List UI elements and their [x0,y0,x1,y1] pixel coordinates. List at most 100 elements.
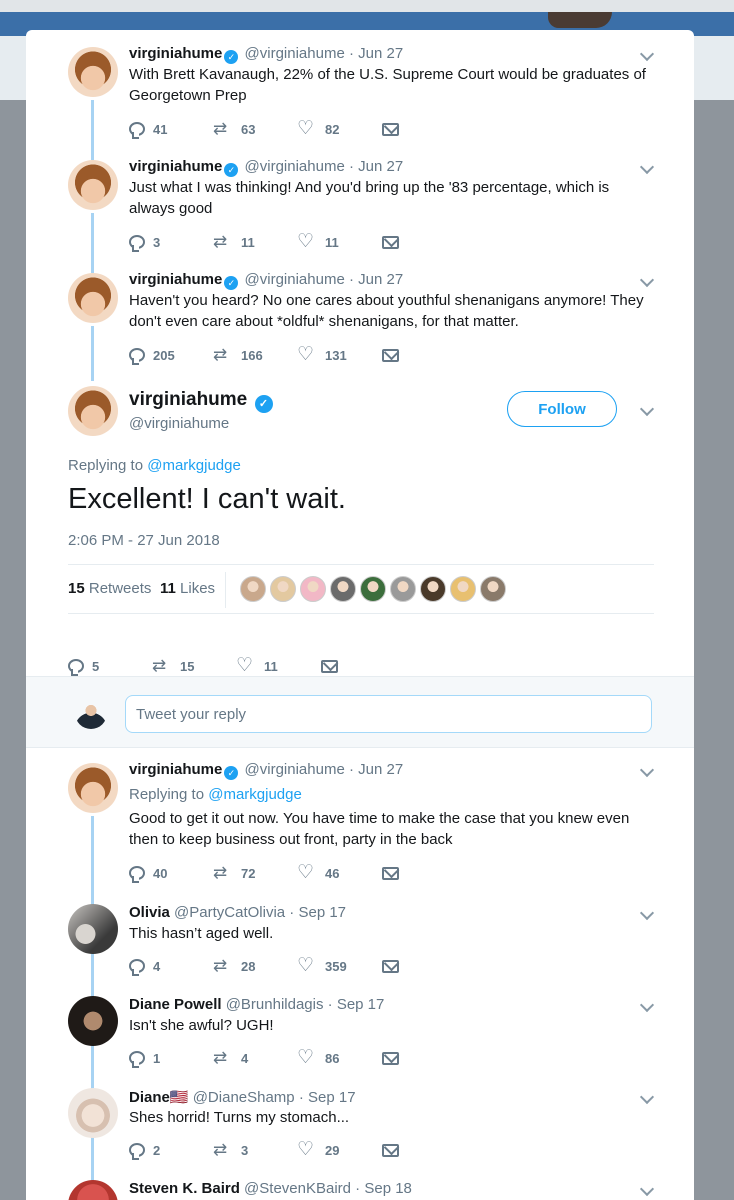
reply-tweet[interactable]: virginiahume ✓ @virginiahume · Jun 27 Rep… [26,748,694,883]
tweet-date[interactable]: Jun 27 [358,45,403,62]
like-button[interactable]: ♡ 11 [297,232,339,252]
liker-avatar[interactable] [330,576,356,602]
tweet-date[interactable]: Jun 27 [358,761,403,778]
message-button[interactable] [382,232,407,252]
author-name[interactable]: Diane🇺🇸 [129,1089,189,1106]
reply-tweet[interactable]: Steven K. Baird @StevenKBaird · Sep 18 [26,1170,694,1200]
reply-button[interactable]: 205 [129,345,175,365]
author-handle[interactable]: @virginiahume [245,45,345,62]
author-name[interactable]: virginiahume [129,761,222,778]
author-handle[interactable]: @Brunhildagis [226,996,324,1013]
author-name[interactable]: virginiahume [129,271,222,288]
message-button[interactable] [382,1048,407,1068]
like-button[interactable]: ♡ 359 [297,956,347,976]
liker-avatar[interactable] [300,576,326,602]
tweet-timestamp[interactable]: 2:06 PM - 27 Jun 2018 [68,532,220,549]
like-button[interactable]: ♡ 86 [297,1048,339,1068]
tweet-date[interactable]: Jun 27 [358,271,403,288]
tweet-date[interactable]: Sep 17 [298,904,346,921]
tweet-date[interactable]: Sep 17 [308,1089,356,1106]
thread-tweet[interactable]: virginiahume ✓ @virginiahume · Jun 27 Wit… [26,30,694,143]
like-stat[interactable]: 11 Likes [160,580,215,597]
author-name[interactable]: Diane Powell [129,996,222,1013]
message-button[interactable] [382,863,407,883]
retweet-stat[interactable]: 15 Retweets [68,580,151,597]
author-handle[interactable]: @DianeShamp [193,1089,295,1106]
like-button[interactable]: ♡ 46 [297,863,339,883]
liker-avatar[interactable] [270,576,296,602]
chevron-down-icon[interactable] [639,1089,655,1105]
reply-button[interactable]: 41 [129,119,167,139]
chevron-down-icon[interactable] [639,905,655,921]
chevron-down-icon[interactable] [639,1181,655,1197]
reply-tweet[interactable]: Diane🇺🇸 @DianeShamp · Sep 17 Shes horrid… [26,1078,694,1170]
author-name[interactable]: Olivia [129,904,170,921]
replying-link[interactable]: @markgjudge [147,457,241,474]
avatar[interactable] [68,763,118,813]
chevron-down-icon[interactable] [639,46,655,62]
message-button[interactable] [382,956,407,976]
reply-button[interactable]: 1 [129,1048,160,1068]
replying-link[interactable]: @markgjudge [208,786,302,803]
reply-button[interactable]: 4 [129,956,160,976]
retweet-button[interactable]: ⇄ 15 [152,656,194,676]
author-handle[interactable]: @virginiahume [245,158,345,175]
tweet-date[interactable]: Jun 27 [358,158,403,175]
retweet-button[interactable]: ⇄ 4 [213,1048,248,1068]
author-name[interactable]: virginiahume [129,45,222,62]
reply-button[interactable]: 2 [129,1140,160,1160]
reply-input[interactable] [125,695,652,733]
chevron-down-icon[interactable] [639,159,655,175]
avatar[interactable] [68,160,118,210]
like-button[interactable]: ♡ 82 [297,119,339,139]
author-name[interactable]: virginiahume ✓ [129,389,275,413]
message-button[interactable] [382,345,407,365]
follow-button[interactable]: Follow [507,391,617,427]
chevron-down-icon[interactable] [639,997,655,1013]
author-handle[interactable]: @PartyCatOlivia [174,904,285,921]
like-button[interactable]: ♡ 29 [297,1140,339,1160]
like-button[interactable]: ♡ 11 [236,656,278,676]
author-handle[interactable]: @virginiahume [245,271,345,288]
reply-button[interactable]: 40 [129,863,167,883]
reply-tweet[interactable]: Olivia @PartyCatOlivia · Sep 17 This has… [26,894,694,986]
retweet-button[interactable]: ⇄ 11 [213,232,255,252]
retweet-button[interactable]: ⇄ 72 [213,863,255,883]
avatar[interactable] [68,1180,118,1200]
like-button[interactable]: ♡ 131 [297,345,347,365]
author-handle[interactable]: @virginiahume [245,761,345,778]
chevron-down-icon[interactable] [639,762,655,778]
thread-tweet[interactable]: virginiahume ✓ @virginiahume · Jun 27 Hav… [26,256,694,369]
avatar[interactable] [68,904,118,954]
avatar[interactable] [68,1088,118,1138]
message-button[interactable] [382,1140,407,1160]
liker-avatar[interactable] [390,576,416,602]
reply-tweet[interactable]: Diane Powell @Brunhildagis · Sep 17 Isn'… [26,986,694,1078]
liker-avatar[interactable] [450,576,476,602]
author-name[interactable]: Steven K. Baird [129,1180,240,1197]
author-handle[interactable]: @virginiahume [129,415,229,432]
thread-tweet[interactable]: virginiahume ✓ @virginiahume · Jun 27 Jus… [26,143,694,256]
liker-avatar[interactable] [420,576,446,602]
message-button[interactable] [321,656,346,676]
tweet-date[interactable]: Sep 17 [337,996,385,1013]
liker-avatar[interactable] [240,576,266,602]
tweet-date[interactable]: Sep 18 [364,1180,412,1197]
author-handle[interactable]: @StevenKBaird [244,1180,351,1197]
retweet-button[interactable]: ⇄ 63 [213,119,255,139]
liker-avatar[interactable] [480,576,506,602]
liker-avatar[interactable] [360,576,386,602]
reply-button[interactable]: 5 [68,656,99,676]
avatar[interactable] [68,386,118,436]
retweet-button[interactable]: ⇄ 3 [213,1140,248,1160]
retweet-button[interactable]: ⇄ 166 [213,345,263,365]
avatar[interactable] [68,47,118,97]
chevron-down-icon[interactable] [639,272,655,288]
avatar[interactable] [68,996,118,1046]
author-name[interactable]: virginiahume [129,158,222,175]
retweet-button[interactable]: ⇄ 28 [213,956,255,976]
chevron-down-icon[interactable] [639,401,655,417]
message-button[interactable] [382,119,407,139]
reply-button[interactable]: 3 [129,232,160,252]
avatar[interactable] [68,273,118,323]
